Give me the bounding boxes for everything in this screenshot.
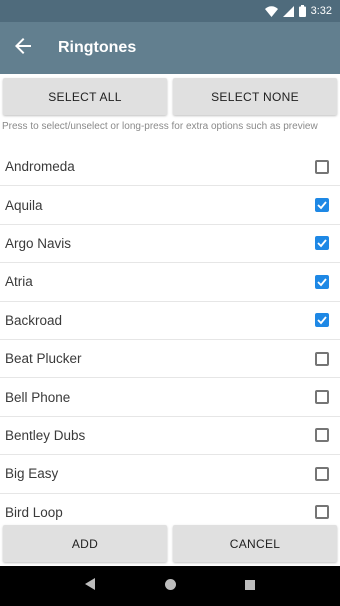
checkbox-unchecked[interactable] [315,466,329,481]
check-icon [317,316,327,325]
list-item[interactable]: Atria [0,263,340,302]
check-icon [317,201,327,210]
checkbox-checked[interactable] [315,313,329,328]
ringtone-name: Argo Navis [5,235,72,251]
list-item[interactable]: Backroad [0,302,340,340]
ringtone-list: Andromeda Aquila Argo Navis Atria Backroad Be… [0,148,340,523]
navigation-bar [0,566,340,606]
select-all-button[interactable]: SELECT ALL [3,78,167,115]
circle-home-icon [164,577,176,595]
checkbox-checked[interactable] [315,236,329,251]
status-bar: 3:32 [0,0,340,22]
select-none-button[interactable]: SELECT NONE [173,78,337,115]
list-item[interactable]: Andromeda [0,148,340,187]
nav-home-button[interactable] [155,571,185,601]
checkbox-unchecked[interactable] [315,159,329,174]
list-item[interactable]: Aquila [0,186,340,225]
checkbox-unchecked[interactable] [315,390,329,405]
checkbox-unchecked[interactable] [315,505,329,520]
arrow-back-icon [15,37,31,59]
square-recents-icon [245,577,255,595]
ringtone-name: Andromeda [5,159,75,175]
selection-buttons: SELECT ALL SELECT NONE [0,74,340,118]
signal-icon [282,5,294,17]
triangle-back-icon [85,577,95,595]
hint-text: Press to select/unselect or long-press f… [2,121,318,132]
battery-icon [298,5,306,17]
ringtone-name: Bell Phone [5,389,71,405]
ringtone-name: Bentley Dubs [5,427,86,443]
action-buttons: ADD CANCEL [0,523,340,566]
list-item[interactable]: Beat Plucker [0,340,340,379]
app-bar: Ringtones [0,22,340,74]
checkbox-unchecked[interactable] [315,428,329,443]
page-title: Ringtones [58,39,137,56]
ringtone-name: Aquila [5,197,43,213]
ringtone-name: Backroad [5,312,63,328]
check-icon [317,278,327,287]
add-button[interactable]: ADD [3,525,167,562]
nav-back-button[interactable] [75,571,105,601]
checkbox-checked[interactable] [315,198,329,213]
list-item[interactable]: Bell Phone [0,378,340,417]
cancel-button[interactable]: CANCEL [173,525,337,562]
ringtone-name: Beat Plucker [5,351,82,367]
nav-recents-button[interactable] [235,571,265,601]
ringtone-name: Atria [5,274,33,290]
ringtone-name: Bird Loop [5,504,63,520]
ringtone-name: Big Easy [5,466,59,482]
list-item[interactable]: Argo Navis [0,225,340,264]
checkbox-checked[interactable] [315,274,329,289]
list-item[interactable]: Big Easy [0,455,340,494]
back-button[interactable] [0,22,46,74]
checkbox-unchecked[interactable] [315,351,329,366]
list-item[interactable]: Bird Loop [0,494,340,523]
list-item[interactable]: Bentley Dubs [0,417,340,456]
wifi-icon [264,5,278,17]
check-icon [317,239,327,248]
status-time: 3:32 [310,5,332,17]
